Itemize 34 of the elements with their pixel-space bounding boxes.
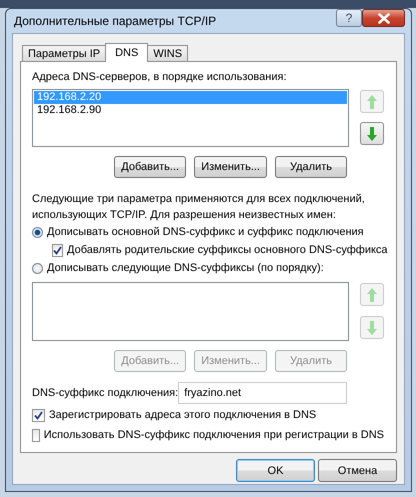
arrow-up-icon	[366, 94, 378, 110]
arrow-down-icon	[366, 320, 378, 336]
list-label: Адреса DNS-серверов, в порядке использования:	[32, 71, 288, 85]
checkbox[interactable]	[32, 428, 40, 442]
radio-button[interactable]	[32, 262, 43, 274]
list-button[interactable]: Удалить	[275, 156, 347, 178]
tab[interactable]: WINS	[147, 45, 188, 61]
option-label: Дописывать основной DNS-суффикс и суффикс подключения	[47, 226, 364, 238]
list-item[interactable]: 192.168.2.90	[34, 104, 347, 117]
checkbox-label: Зарегистрировать адреса этого подключения в DNS	[49, 409, 316, 421]
description-text: Следующие три параметра применяются для всех подключений, использующих TCP/IP. Для разрешения неизвестных имен:	[32, 192, 366, 223]
window-title: Дополнительные параметры TCP/IP	[13, 14, 218, 28]
tab[interactable]: DNS	[105, 43, 148, 62]
radio-button[interactable]	[32, 226, 43, 238]
tab[interactable]: Параметры IP	[22, 45, 106, 61]
arrow-down-icon	[366, 126, 378, 142]
list-button[interactable]: Изменить...	[194, 156, 267, 178]
list-button[interactable]: Добавить...	[114, 156, 186, 178]
suffix-list[interactable]	[32, 282, 349, 341]
close-icon	[378, 12, 390, 24]
checkbox[interactable]	[52, 244, 63, 256]
checkbox[interactable]	[32, 408, 45, 422]
checkbox-label: Использовать DNS-суффикс подключения при регистрации в DNS	[44, 429, 384, 441]
suffix-field[interactable]: fryazino.net	[178, 382, 347, 404]
dns-server-list[interactable]: 192.168.2.20 192.168.2.90	[32, 89, 349, 147]
option-label: Добавлять родительские суффиксы основного DNS-суффикса	[67, 244, 388, 256]
suffix-label: DNS-суффикс подключения:	[32, 387, 178, 399]
dialog-button[interactable]: OK	[236, 459, 315, 482]
move-down-button[interactable]	[360, 122, 384, 145]
arrow-up-icon	[366, 286, 378, 302]
dialog-button[interactable]: Отмена	[318, 459, 397, 482]
help-button[interactable]: ?	[336, 9, 362, 27]
close-button[interactable]	[362, 9, 405, 27]
option-label: Дописывать следующие DNS-суффиксы (по порядку):	[47, 262, 324, 274]
